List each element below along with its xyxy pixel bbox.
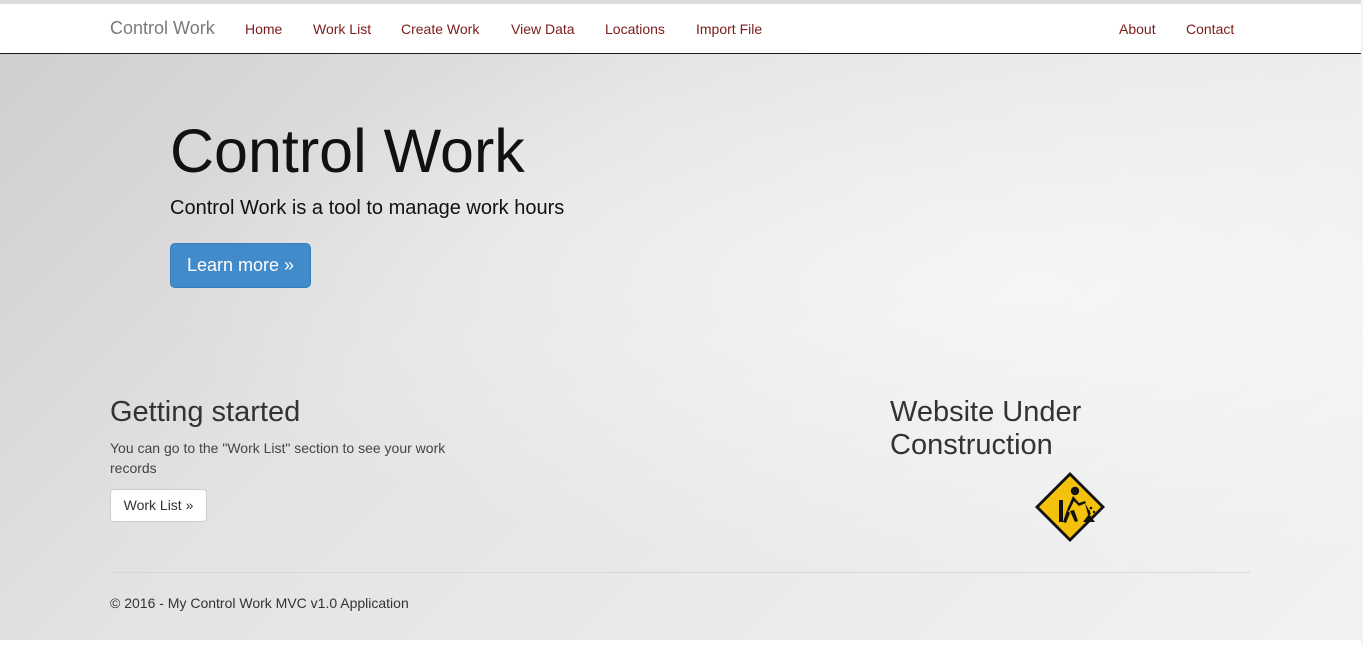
nav-link-contact[interactable]: Contact xyxy=(1186,21,1234,37)
nav-link-about[interactable]: About xyxy=(1119,21,1156,37)
construction-heading-line2: Construction xyxy=(890,429,1053,461)
nav-link-import-file[interactable]: Import File xyxy=(696,21,762,37)
footer-divider xyxy=(110,572,1250,573)
window-bottom-edge xyxy=(0,640,1363,646)
getting-started-heading: Getting started xyxy=(110,396,301,428)
nav-link-home[interactable]: Home xyxy=(245,21,282,37)
nav-link-create-work[interactable]: Create Work xyxy=(401,21,479,37)
work-list-button[interactable]: Work List » xyxy=(110,489,207,522)
nav-link-locations[interactable]: Locations xyxy=(605,21,665,37)
learn-more-button[interactable]: Learn more » xyxy=(170,243,311,288)
under-construction-icon xyxy=(1035,472,1105,542)
construction-heading-line1: Website Under xyxy=(890,396,1082,428)
navbar: Control Work Home Work List Create Work … xyxy=(0,4,1363,54)
nav-link-view-data[interactable]: View Data xyxy=(511,21,575,37)
nav-link-work-list[interactable]: Work List xyxy=(313,21,371,37)
getting-started-text: You can go to the "Work List" section to… xyxy=(110,440,446,476)
hero-lead: Control Work is a tool to manage work ho… xyxy=(170,197,565,219)
brand-link[interactable]: Control Work xyxy=(110,18,215,39)
footer-copyright: © 2016 - My Control Work MVC v1.0 Applic… xyxy=(110,595,409,611)
hero-title: Control Work xyxy=(170,117,525,185)
